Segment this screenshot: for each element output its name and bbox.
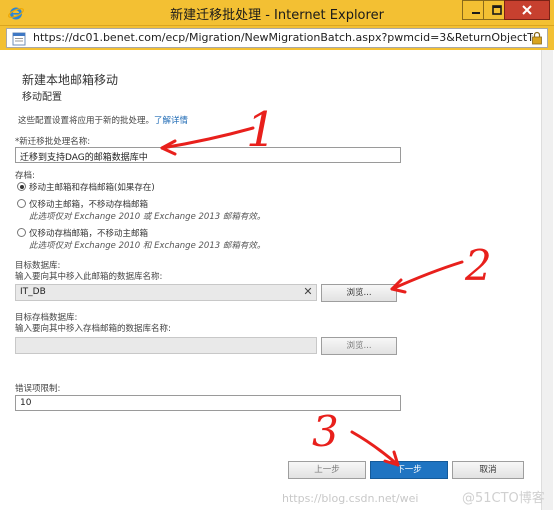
- target-db-hint: 输入要向其中移入此邮箱的数据库名称:: [15, 272, 163, 282]
- error-limit-input[interactable]: 10: [15, 395, 401, 411]
- page-title: 新建本地邮箱移动: [22, 73, 119, 87]
- error-limit-label: 错误项限制:: [15, 384, 61, 394]
- url-text: https://dc01.benet.com/ecp/Migration/New…: [33, 31, 533, 44]
- browse-archive-db-button[interactable]: 浏览...: [321, 337, 397, 355]
- archive-option-1-radio[interactable]: [17, 182, 26, 191]
- close-button[interactable]: [504, 0, 550, 20]
- back-button[interactable]: 上一步: [288, 461, 366, 479]
- vertical-scrollbar[interactable]: [541, 50, 553, 510]
- cancel-button[interactable]: 取消: [452, 461, 524, 479]
- address-bar: https://dc01.benet.com/ecp/Migration/New…: [0, 26, 554, 50]
- batch-name-label: *新迁移批处理名称:: [15, 137, 91, 147]
- lock-icon[interactable]: [530, 31, 544, 45]
- learn-more-link[interactable]: 了解详情: [154, 116, 188, 126]
- close-icon: [522, 5, 532, 15]
- target-db-input[interactable]: IT_DB: [15, 284, 317, 301]
- maximize-icon: [491, 5, 502, 15]
- archive-option-3-radio[interactable]: [17, 228, 26, 237]
- archive-db-hint: 输入要向其中移入存档邮箱的数据库名称:: [15, 324, 171, 334]
- watermark-brand: @51CTO博客: [462, 491, 545, 506]
- page-subtitle: 移动配置: [22, 92, 62, 103]
- archive-db-input[interactable]: [15, 337, 317, 354]
- browse-target-db-button[interactable]: 浏览...: [321, 284, 397, 302]
- minimize-icon: [471, 12, 480, 14]
- description-text: 这些配置设置将应用于新的批处理。了解详情: [18, 114, 188, 126]
- clear-target-db-icon[interactable]: ✕: [301, 285, 315, 299]
- next-button[interactable]: 下一步: [370, 461, 448, 479]
- archive-option-2-note: 此选项仅对 Exchange 2010 或 Exchange 2013 邮箱有效…: [29, 212, 266, 222]
- archive-option-2-label: 仅移动主邮箱，不移动存档邮箱: [29, 200, 149, 210]
- window-titlebar: 新建迁移批处理 - Internet Explorer: [0, 0, 554, 26]
- archive-option-1-label: 移动主邮箱和存档邮箱(如果存在): [29, 183, 155, 193]
- archive-option-3-note: 此选项仅对 Exchange 2010 和 Exchange 2013 邮箱有效…: [29, 241, 266, 251]
- archive-option-2-radio[interactable]: [17, 199, 26, 208]
- archive-label: 存档:: [15, 171, 35, 181]
- description-body: 这些配置设置将应用于新的批处理。: [18, 116, 155, 126]
- page-icon: [12, 32, 26, 46]
- url-field[interactable]: https://dc01.benet.com/ecp/Migration/New…: [6, 28, 548, 48]
- archive-option-3-label: 仅移动存档邮箱，不移动主邮箱: [29, 229, 149, 239]
- watermark-url: https://blog.csdn.net/wei: [282, 492, 419, 505]
- batch-name-input[interactable]: 迁移到支持DAG的邮箱数据库中: [15, 147, 401, 163]
